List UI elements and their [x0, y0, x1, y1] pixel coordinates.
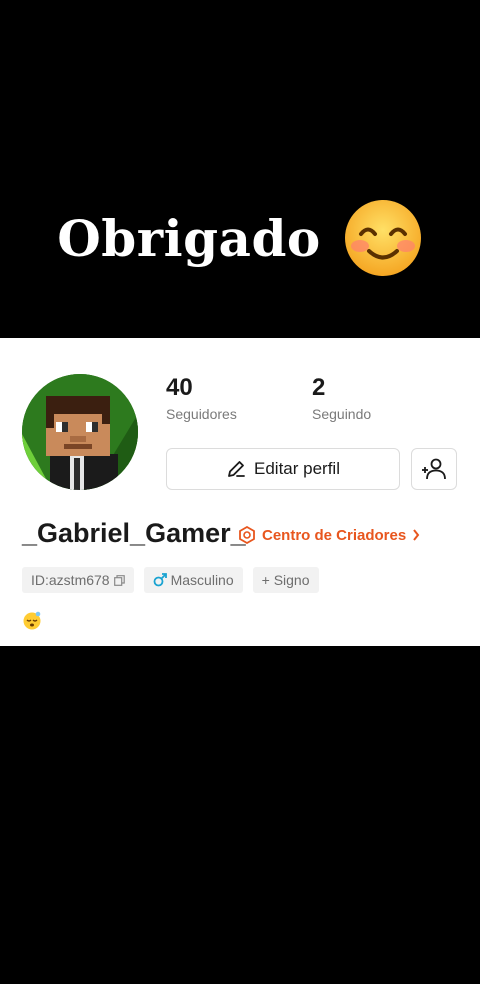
- caption-text: Obrigado: [57, 208, 321, 268]
- chevron-right-icon: [413, 529, 420, 541]
- sleeping-face-icon: [23, 611, 41, 630]
- user-id-text: ID:azstm678: [31, 572, 110, 588]
- followers-label: Seguidores: [166, 406, 237, 422]
- video-caption: Obrigado: [0, 188, 480, 288]
- followers-count: 40: [166, 374, 193, 401]
- avatar[interactable]: [22, 374, 138, 490]
- edit-profile-label: Editar perfil: [254, 459, 340, 478]
- add-friend-button[interactable]: [411, 448, 457, 490]
- edit-profile-button[interactable]: Editar perfil: [166, 448, 400, 490]
- minecraft-avatar-image: [22, 374, 138, 490]
- copy-icon[interactable]: [113, 574, 125, 586]
- creator-center-label: Centro de Criadores: [262, 526, 407, 544]
- gender-tag[interactable]: Masculino: [143, 567, 243, 593]
- profile-panel: 40 Seguidores 2 Seguindo Editar perfil _…: [0, 338, 480, 646]
- add-sign-text: + Signo: [261, 572, 310, 588]
- followers-stat[interactable]: 40 Seguidores: [166, 374, 237, 422]
- gender-text: Masculino: [170, 572, 234, 588]
- creator-center-link[interactable]: Centro de Criadores: [238, 526, 420, 544]
- profile-tags: ID:azstm678 Masculino + Signo: [22, 567, 319, 593]
- add-sign-tag[interactable]: + Signo: [252, 567, 319, 593]
- following-stat[interactable]: 2 Seguindo: [312, 374, 371, 422]
- male-symbol-icon: [153, 573, 167, 587]
- following-label: Seguindo: [312, 406, 372, 422]
- creator-badge-icon: [239, 526, 255, 544]
- username: _Gabriel_Gamer_: [22, 518, 246, 548]
- add-user-icon: [422, 458, 446, 480]
- smiling-face-icon: [344, 200, 421, 276]
- user-id-tag[interactable]: ID:azstm678: [22, 567, 134, 593]
- pencil-icon: [228, 461, 245, 477]
- following-count: 2: [312, 374, 326, 401]
